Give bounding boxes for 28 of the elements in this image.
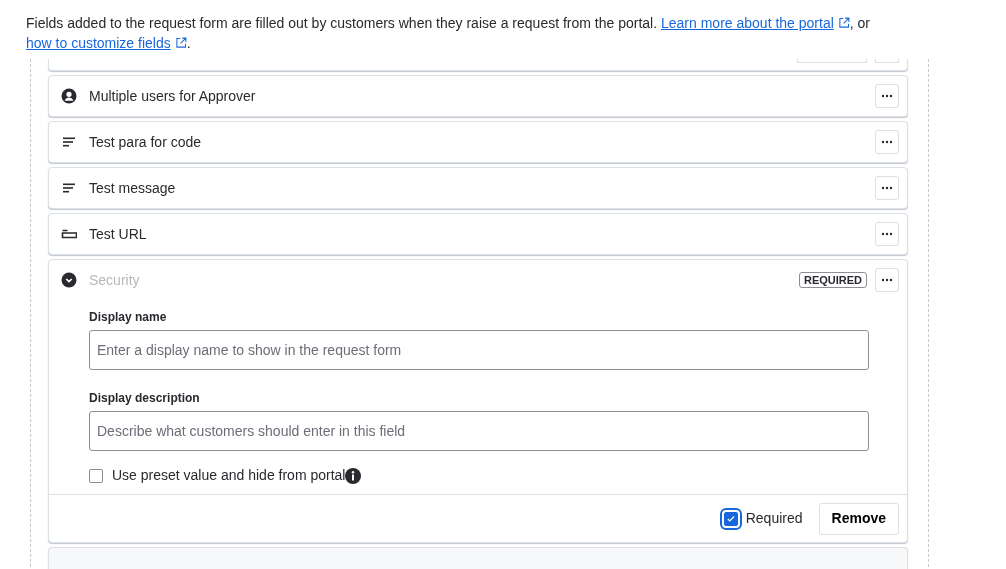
external-link-icon bbox=[837, 17, 850, 29]
external-link-icon bbox=[174, 37, 187, 49]
link[interactable]: how to customize fields bbox=[26, 35, 187, 51]
field-label: Test URL bbox=[89, 224, 148, 244]
checkbox-label: Required bbox=[745, 509, 803, 528]
intro-text: Fields added to the request form are filled out by customers when they raise a request from the portal. Learn more about the portal , or how to customize fields . bbox=[25, 14, 871, 53]
field-label: Display name bbox=[89, 309, 168, 326]
link[interactable]: Learn more about the portal bbox=[661, 15, 850, 31]
field-label: Security bbox=[89, 270, 141, 290]
field-card[interactable] bbox=[48, 259, 908, 543]
field-label: Display description bbox=[89, 390, 201, 407]
field-label: Test para for code bbox=[89, 132, 203, 152]
required-tag: REQUIRED bbox=[798, 272, 867, 288]
check-icon bbox=[725, 513, 736, 524]
user-icon bbox=[61, 88, 77, 104]
field-card[interactable]: Test para for code bbox=[48, 121, 908, 163]
checkbox-label: Use preset value and hide from portal bbox=[112, 466, 346, 485]
checkbox[interactable] bbox=[89, 468, 103, 483]
remove-button[interactable]: Remove bbox=[818, 502, 899, 535]
field-label: Multiple users for Approver bbox=[89, 86, 257, 106]
field-card[interactable]: Multiple users for Approver bbox=[48, 75, 908, 117]
chevron-down-icon bbox=[61, 272, 77, 288]
field-card[interactable]: Test URL bbox=[48, 213, 908, 255]
field-card[interactable]: Test message bbox=[48, 167, 908, 209]
input-field[interactable]: Enter a display name to show in the request form bbox=[89, 330, 869, 370]
info-icon bbox=[345, 467, 362, 484]
field-label: Test message bbox=[89, 178, 177, 198]
input-field[interactable]: Describe what customers should enter in this field bbox=[89, 411, 869, 451]
